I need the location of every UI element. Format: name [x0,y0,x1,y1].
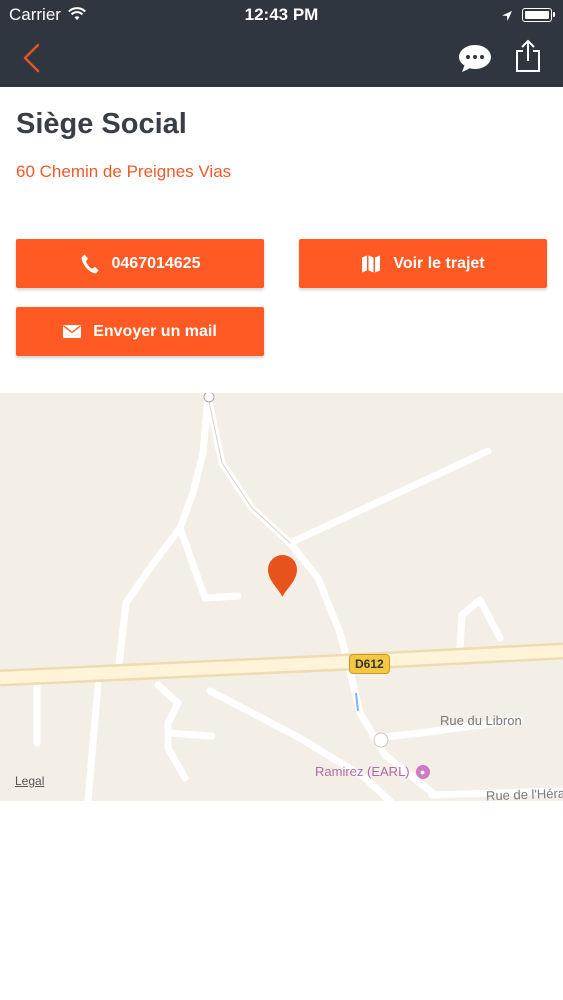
chat-button[interactable] [457,42,493,74]
navigation-bar [0,30,563,87]
map-pin-icon [268,555,297,597]
envelope-icon [63,325,82,338]
road-label-hera: Rue de l'Héra [485,785,563,801]
battery-tip [553,12,555,17]
road-shield: D612 [349,654,390,674]
route-button[interactable]: Voir le trajet [299,239,547,288]
battery-icon [522,8,552,22]
call-button[interactable]: 0467014625 [16,239,264,288]
route-button-label: Voir le trajet [393,254,485,272]
chat-bubble-icon [459,45,491,72]
poi-label: Ramirez (EARL) [315,764,410,779]
share-icon [516,39,540,72]
phone-icon [80,253,100,275]
back-button[interactable] [18,42,48,74]
email-button[interactable]: Envoyer un mail [16,307,264,356]
poi-marker[interactable]: Ramirez (EARL) ● [315,764,430,779]
grape-icon: ● [415,764,430,779]
map-icon [361,254,381,274]
map-pin[interactable] [267,554,298,598]
page-title: Siège Social [16,108,187,140]
call-button-label: 0467014625 [111,254,201,272]
share-button[interactable] [513,38,543,74]
location-arrow-icon [501,7,513,27]
status-bar: Carrier 12:43 PM [0,0,563,30]
legal-link[interactable]: Legal [15,774,44,788]
road-label-libron: Rue du Libron [440,713,522,728]
address-text: 60 Chemin de Preignes Vias [16,162,232,181]
clock: 12:43 PM [244,5,319,24]
chevron-left-icon [23,43,40,73]
email-button-label: Envoyer un mail [93,322,217,340]
location-map[interactable]: D612 Rue du Libron Rue de l'Héra Ramirez… [0,393,563,801]
